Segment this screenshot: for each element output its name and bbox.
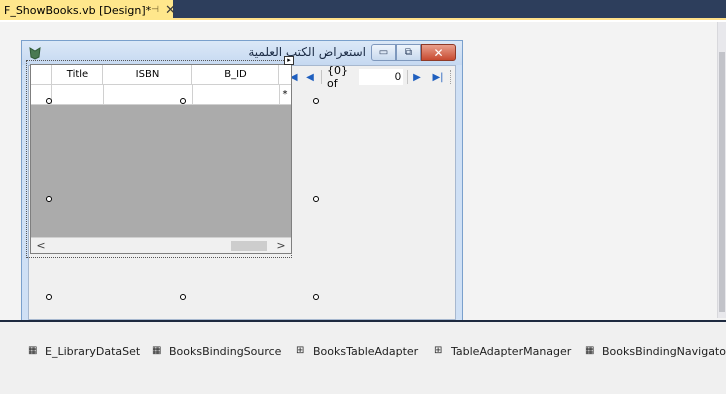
move-last-icon[interactable]: ▶| [431,69,445,85]
component-tray[interactable]: ▦ E_LibraryDataSet ▦ BooksBindingSource … [0,322,726,394]
scroll-right-icon[interactable]: > [275,238,287,254]
grid-horizontal-scrollbar[interactable]: < > [31,237,291,253]
record-count-label: {0} of [327,64,348,90]
binding-source-icon: ▦ [152,345,162,356]
tray-item-table-adapter-manager[interactable]: ⊞ TableAdapterManager [434,343,571,359]
tray-item-label: BooksBindingNavigator [602,344,726,358]
document-tab-title: F_ShowBooks.vb [Design]* [4,3,152,17]
resize-handle[interactable] [180,294,186,300]
resize-handle[interactable] [46,294,52,300]
tray-item-dataset[interactable]: ▦ E_LibraryDataSet [28,343,140,359]
smart-tag-icon[interactable]: ▸ [284,56,294,65]
minimize-button[interactable]: ▭ [371,44,396,61]
tray-item-table-adapter[interactable]: ⊞ BooksTableAdapter [296,343,418,359]
tray-item-label: BooksBindingSource [169,344,282,358]
grid-cell[interactable] [193,85,280,104]
column-header-isbn[interactable]: ISBN [104,65,192,85]
resize-handle[interactable] [313,98,319,104]
maximize-button[interactable]: ⧉ [396,44,421,61]
new-row-marker: * [282,89,288,100]
scroll-left-icon[interactable]: < [35,238,47,254]
table-row[interactable]: * [31,85,291,105]
books-data-grid[interactable]: Title ISBN B_ID * < > [30,64,292,254]
grid-corner-header[interactable] [31,65,52,85]
move-next-icon[interactable]: ▶ [411,69,423,85]
grid-cell[interactable] [53,85,104,104]
resize-handle[interactable] [313,294,319,300]
close-tab-icon[interactable]: ✕ [165,4,176,17]
position-input[interactable] [359,69,403,85]
column-header-b-id[interactable]: B_ID [193,65,279,85]
grid-header-row: Title ISBN B_ID [31,65,291,85]
visual-studio-designer: F_ShowBooks.vb [Design]* ⊣ ✕ استعراض الك… [0,0,726,394]
table-adapter-manager-icon: ⊞ [434,345,443,356]
move-previous-icon[interactable]: ◀ [304,69,316,85]
dataset-icon: ▦ [28,345,38,356]
document-tab[interactable]: F_ShowBooks.vb [Design]* ⊣ ✕ [0,0,176,20]
resize-handle[interactable] [46,98,52,104]
designer-scroll-thumb[interactable] [719,52,725,312]
toolstrip-grip[interactable] [450,70,453,84]
resize-handle[interactable] [46,196,52,202]
app-icon [28,46,42,60]
close-button[interactable]: ✕ [421,44,456,61]
scroll-thumb[interactable] [231,241,267,251]
tray-item-binding-navigator[interactable]: ▦ BooksBindingNavigator [585,343,726,359]
resize-handle[interactable] [180,98,186,104]
document-tab-strip: F_ShowBooks.vb [Design]* ⊣ ✕ [0,0,726,20]
tray-item-binding-source[interactable]: ▦ BooksBindingSource [152,343,281,359]
tray-item-label: TableAdapterManager [451,344,572,358]
designer-vertical-scrollbar[interactable] [717,22,726,318]
navigator-separator [321,70,322,84]
tray-item-label: E_LibraryDataSet [45,344,141,358]
pin-icon[interactable]: ⊣ [151,5,159,15]
column-header-title[interactable]: Title [53,65,103,85]
table-adapter-icon: ⊞ [296,345,305,356]
binding-navigator-icon: ▦ [585,345,595,356]
tray-item-label: BooksTableAdapter [313,344,419,358]
navigator-separator [407,70,408,84]
form-title: استعراض الكتب العلمية [248,45,366,59]
resize-handle[interactable] [313,196,319,202]
